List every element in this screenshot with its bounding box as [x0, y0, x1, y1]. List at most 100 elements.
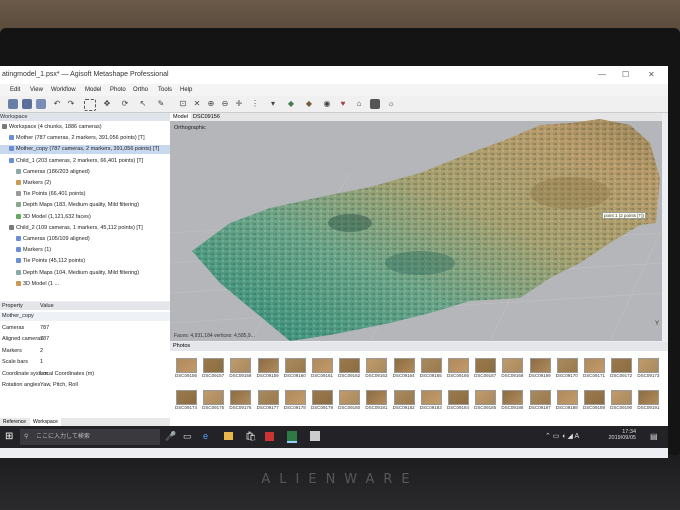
redo-icon[interactable]: ↷ [66, 99, 76, 109]
navigate-icon[interactable]: ✛ [234, 99, 244, 109]
menu-help[interactable]: Help [180, 84, 192, 96]
rectangle-select-icon[interactable] [84, 99, 96, 111]
property-row[interactable]: Markers 2 [0, 347, 170, 356]
menu-view[interactable]: View [30, 84, 43, 96]
photo-thumbnail[interactable] [448, 390, 469, 405]
photo-thumbnail[interactable] [284, 390, 306, 405]
model-view[interactable]: Model DSC09156 Orthographic point 1 (2 p… [170, 113, 662, 341]
property-row[interactable]: Coordinate system Local Coordinates (m) [0, 370, 170, 379]
tree-item[interactable]: 3D Model (1 ... [0, 280, 59, 289]
taskbar-search[interactable]: ⚲ ここに入力して検索 [20, 429, 160, 445]
tree-item[interactable]: Mother (787 cameras, 2 markers, 391,056 … [0, 134, 145, 143]
photo-thumbnail[interactable] [176, 390, 197, 405]
undo-icon[interactable]: ↶ [52, 99, 62, 109]
menu-edit[interactable]: Edit [10, 84, 20, 96]
ruler-icon[interactable]: ✎ [156, 99, 166, 109]
metashape-taskbar-icon[interactable] [287, 431, 297, 443]
photo-thumbnail[interactable] [230, 358, 252, 373]
photos-app-icon[interactable] [310, 431, 320, 441]
photo-thumbnail[interactable] [366, 390, 388, 405]
photo-thumbnail[interactable] [584, 390, 605, 405]
maximize-button[interactable]: ☐ [622, 66, 629, 84]
menu-photo[interactable]: Photo [110, 84, 126, 96]
tree-item[interactable]: Cameras (186/203 aligned) [0, 168, 90, 177]
tree-item[interactable]: Depth Maps (104, Medium quality, Mild fi… [0, 269, 139, 278]
property-row[interactable]: Scale bars 1 [0, 358, 170, 367]
menu-workflow[interactable]: Workflow [51, 84, 76, 96]
menu-model[interactable]: Model [85, 84, 101, 96]
model-shaded-icon[interactable]: ◆ [286, 99, 296, 109]
tree-item[interactable]: Tie Points (45,112 points) [0, 257, 85, 266]
task-view-icon[interactable]: ▭ [183, 431, 192, 442]
photo-thumbnail[interactable] [312, 390, 333, 405]
model-textured-icon[interactable]: ◆ [304, 99, 314, 109]
photo-thumbnail[interactable] [230, 390, 252, 405]
property-row[interactable]: Mother_copy [0, 312, 170, 321]
reset-view-icon[interactable]: ⌂ [354, 99, 364, 109]
clock[interactable]: 17:34 2019/09/05 [596, 429, 636, 441]
tree-item[interactable]: Depth Maps (183, Medium quality, Mild fi… [0, 201, 139, 210]
photo-thumbnail[interactable] [339, 390, 361, 405]
property-row[interactable]: Aligned cameras 787 [0, 335, 170, 344]
delete-icon[interactable]: ✕ [192, 99, 202, 109]
photo-thumbnail[interactable] [393, 390, 415, 405]
photo-thumbnail[interactable] [638, 358, 660, 373]
notifications-icon[interactable]: ▤ [650, 432, 658, 441]
marker-label[interactable]: point 1 (2 points [T]) [602, 212, 647, 219]
tree-item[interactable]: Markers (1) [0, 246, 51, 255]
crop-icon[interactable]: ⊡ [178, 99, 188, 109]
photo-thumbnail[interactable] [203, 358, 225, 373]
photo-thumbnail[interactable] [257, 358, 279, 373]
photo-thumbnail[interactable] [638, 390, 660, 405]
pointer-icon[interactable]: ↖ [138, 99, 148, 109]
tree-item[interactable]: Tie Points (66,401 points) [0, 190, 85, 199]
show-cameras-icon[interactable]: ▾ [268, 99, 278, 109]
photo-thumbnail[interactable] [203, 390, 225, 405]
tree-item[interactable]: 3D Model (1,121,632 faces) [0, 213, 91, 222]
photo-thumbnail[interactable] [176, 358, 197, 373]
tray-network-icon[interactable]: ⌃ ▭ ◖ ◢ A [545, 432, 579, 440]
photo-thumbnail[interactable] [420, 390, 442, 405]
edge-icon[interactable]: e [203, 431, 208, 441]
photo-thumbnail[interactable] [475, 358, 497, 373]
image-icon[interactable] [370, 99, 380, 109]
tree-item[interactable]: Markers (2) [0, 179, 51, 188]
open-icon[interactable] [8, 99, 18, 109]
photo-thumbnail[interactable] [420, 358, 442, 373]
photo-thumbnail[interactable] [448, 358, 469, 373]
minimize-button[interactable]: — [598, 66, 606, 84]
windows-start-icon[interactable]: ⊞ [5, 431, 13, 442]
photo-thumbnail[interactable] [611, 358, 633, 373]
photo-thumbnail[interactable] [366, 358, 388, 373]
close-button[interactable]: ✕ [648, 66, 655, 84]
heart-icon[interactable]: ♥ [338, 99, 348, 109]
property-row[interactable]: Cameras 787 [0, 324, 170, 333]
tree-item[interactable]: Child_2 (109 cameras, 1 markers, 45,112 … [0, 224, 143, 233]
photo-thumbnail[interactable] [257, 390, 279, 405]
file-explorer-icon[interactable] [224, 432, 233, 440]
photo-thumbnail[interactable] [529, 358, 551, 373]
save-icon[interactable] [22, 99, 32, 109]
photo-thumbnail[interactable] [556, 390, 578, 405]
rotate-icon[interactable]: ⟳ [120, 99, 130, 109]
photo-thumbnail[interactable] [339, 358, 361, 373]
menu-ortho[interactable]: Ortho [133, 84, 148, 96]
menu-tools[interactable]: Tools [158, 84, 172, 96]
zoom-out-icon[interactable]: ⊖ [220, 99, 230, 109]
photo-thumbnail[interactable] [529, 390, 551, 405]
save-as-icon[interactable] [36, 99, 46, 109]
property-row[interactable]: Rotation angles Yaw, Pitch, Roll [0, 381, 170, 390]
grid-icon[interactable]: ⋮ [250, 99, 260, 109]
photo-thumbnail[interactable] [584, 358, 605, 373]
photo-thumbnail[interactable] [502, 358, 524, 373]
photo-thumbnail[interactable] [312, 358, 333, 373]
photo-thumbnail[interactable] [556, 358, 578, 373]
store-icon[interactable]: 🛍 [245, 431, 256, 442]
microphone-icon[interactable]: 🎤 [165, 431, 176, 442]
brightness-icon[interactable]: ☼ [386, 99, 396, 109]
photo-thumbnail[interactable] [284, 358, 306, 373]
tree-item[interactable]: Child_1 (203 cameras, 2 markers, 66,401 … [0, 157, 143, 166]
tree-item[interactable]: Cameras (105/109 aligned) [0, 235, 90, 244]
camera-icon[interactable]: ◉ [322, 99, 332, 109]
photo-thumbnail[interactable] [502, 390, 524, 405]
